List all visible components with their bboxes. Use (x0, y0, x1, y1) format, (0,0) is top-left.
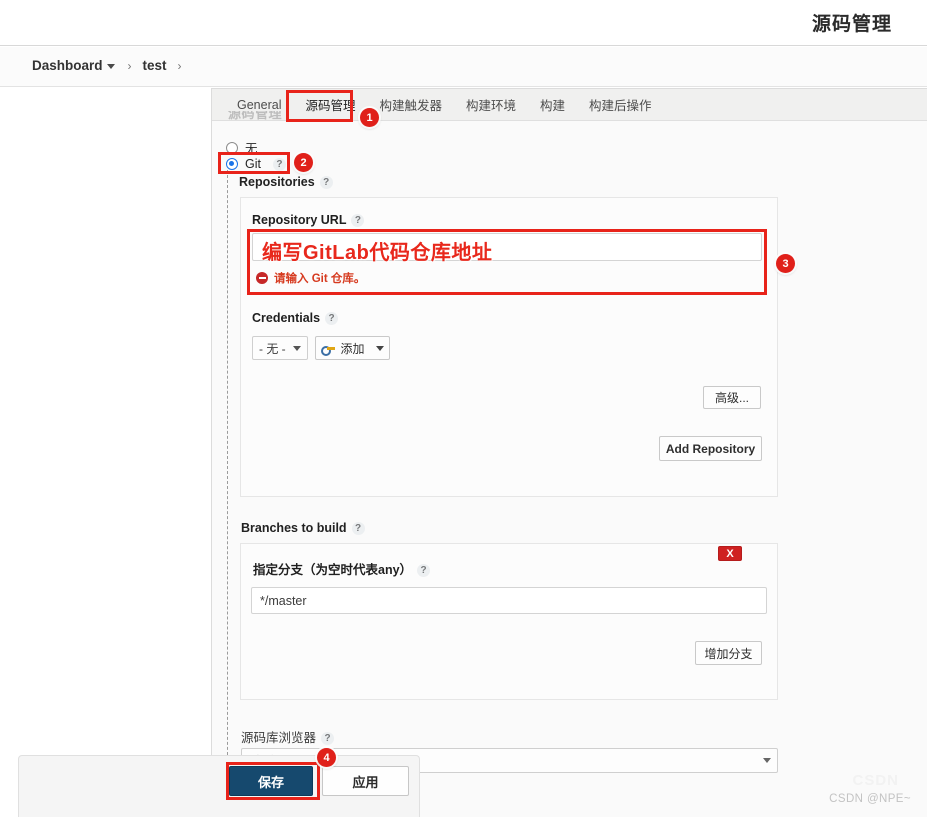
branch-specifier-label: 指定分支（为空时代表any） (253, 563, 413, 577)
repositories-label: Repositories (239, 175, 315, 189)
add-repository-label: Add Repository (665, 441, 756, 456)
credentials-label: Credentials (252, 311, 321, 325)
save-button[interactable]: 保存 (229, 766, 313, 796)
branches-to-build-label: Branches to build (241, 521, 347, 535)
repository-url-annotation: 编写GitLab代码仓库地址 (262, 242, 493, 264)
tab-post-build[interactable]: 构建后操作 (578, 91, 663, 118)
breadcrumb-separator-2: › (177, 58, 182, 73)
add-credentials-button[interactable]: 添加 (315, 336, 390, 360)
page-title: 源码管理 (811, 14, 892, 35)
repository-url-label-wrap: Repository URL? (252, 213, 365, 228)
advanced-button[interactable]: 高级... (703, 386, 761, 409)
page-root: 源码管理 Dashboard › test › General 源码管理 构建触… (0, 0, 927, 817)
annotation-badge-2: 2 (294, 153, 313, 172)
annotation-badge-3: 3 (776, 254, 795, 273)
help-icon-branch-specifier[interactable]: ? (417, 564, 431, 578)
form-guideline (227, 170, 228, 770)
breadcrumb: Dashboard › test › (32, 58, 193, 73)
annotation-badge-4: 4 (317, 748, 336, 767)
branch-specifier-input[interactable] (251, 587, 767, 614)
key-icon (321, 343, 336, 356)
help-icon-branches[interactable]: ? (351, 522, 365, 536)
help-icon-repository-url[interactable]: ? (351, 214, 365, 228)
credentials-select-value: - 无 - (259, 341, 286, 356)
radio-none-icon[interactable] (226, 141, 238, 154)
scm-option-git-label: Git (245, 157, 261, 171)
add-branch-button[interactable]: 增加分支 (695, 641, 762, 665)
scm-option-none-label: 无 (245, 142, 258, 156)
scm-option-none[interactable]: 无 (226, 138, 258, 157)
repository-browser-label-wrap: 源码库浏览器? (241, 727, 335, 746)
repository-url-error-text: 请输入 Git 仓库。 (274, 273, 366, 285)
tab-build-environment[interactable]: 构建环境 (455, 91, 527, 118)
credentials-label-wrap: Credentials? (252, 311, 339, 326)
add-branch-label: 增加分支 (704, 646, 753, 661)
chevron-down-icon-add-credentials (375, 345, 384, 351)
add-credentials-label: 添加 (340, 341, 365, 356)
apply-button[interactable]: 应用 (322, 766, 409, 796)
repository-browser-label: 源码库浏览器 (241, 731, 317, 745)
help-icon-credentials[interactable]: ? (325, 312, 339, 326)
repository-url-error: 请输入 Git 仓库。 (256, 270, 365, 286)
delete-branch-button[interactable]: X (718, 546, 742, 561)
error-icon (256, 272, 268, 284)
advanced-label: 高级... (714, 391, 749, 405)
watermark: CSDN @NPE~ (829, 793, 911, 805)
watermark-ghost: CSDN (852, 772, 899, 789)
branch-specifier-label-wrap: 指定分支（为空时代表any）? (253, 559, 431, 578)
chevron-down-icon[interactable] (106, 64, 115, 69)
chevron-down-icon-credentials (293, 345, 301, 351)
radio-git-icon[interactable] (226, 158, 238, 170)
repository-url-label: Repository URL (252, 213, 347, 227)
tab-build[interactable]: 构建 (529, 91, 576, 118)
credentials-select[interactable]: - 无 - (252, 336, 308, 360)
branches-to-build-label-wrap: Branches to build? (241, 521, 365, 536)
repositories-label-wrap: Repositories? (239, 175, 333, 190)
breadcrumb-bar: Dashboard › test › (0, 47, 927, 87)
add-repository-button[interactable]: Add Repository (659, 436, 762, 461)
breadcrumb-item-test[interactable]: test (143, 58, 167, 73)
breadcrumb-separator: › (127, 58, 132, 73)
help-icon-repositories[interactable]: ? (319, 176, 333, 190)
top-header-bar: 源码管理 (0, 0, 927, 46)
breadcrumb-item-dashboard[interactable]: Dashboard (32, 58, 103, 73)
chevron-down-icon-browser (763, 758, 771, 763)
help-icon-git[interactable]: ? (272, 157, 286, 171)
annotation-badge-1: 1 (360, 108, 379, 127)
scm-option-git[interactable]: Git ? (226, 157, 286, 171)
help-icon-repository-browser[interactable]: ? (321, 732, 335, 746)
